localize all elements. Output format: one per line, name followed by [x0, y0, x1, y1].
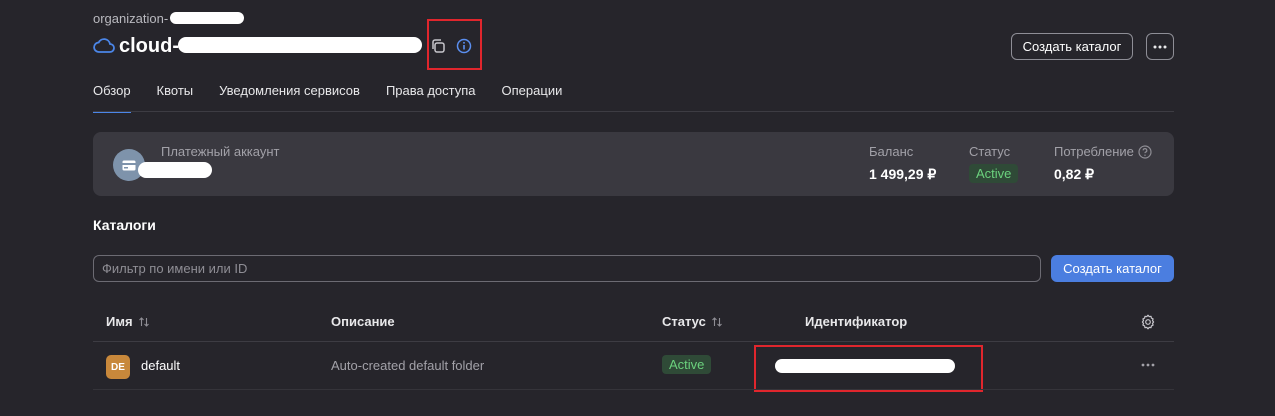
table-row-divider [93, 389, 1174, 390]
billing-status-badge: Active [969, 164, 1019, 183]
tab-access-rights[interactable]: Права доступа [386, 82, 476, 112]
billing-account-label: Платежный аккаунт [161, 144, 280, 159]
column-header-id: Идентификатор [805, 314, 907, 329]
folder-status-badge: Active [662, 355, 712, 374]
column-header-name-label: Имя [106, 314, 133, 329]
folder-name[interactable]: default [141, 358, 180, 373]
tabs-divider [93, 111, 1174, 112]
billing-status-value: Active [969, 164, 1019, 183]
create-catalog-button[interactable]: Создать каталог [1051, 255, 1174, 282]
sort-icon [711, 316, 722, 327]
catalog-filter-input[interactable] [93, 255, 1041, 282]
column-header-description-label: Описание [331, 314, 395, 329]
page-title: cloud- [119, 34, 179, 57]
create-catalog-header-label: Создать каталог [1022, 39, 1122, 54]
redacted-organization [170, 12, 244, 24]
highlight-box-folder-id [754, 345, 983, 392]
redacted-billing-account-name [138, 162, 212, 178]
cloud-icon [93, 38, 115, 53]
column-header-description: Описание [331, 314, 395, 329]
catalogs-title: Каталоги [93, 217, 156, 233]
redacted-cloud-name [178, 37, 422, 53]
folder-avatar: DE [106, 355, 130, 379]
gear-icon [1141, 314, 1155, 330]
billing-status-label: Статус [969, 144, 1011, 159]
ellipsis-icon [1153, 45, 1167, 48]
balance-value: 1 499,29 ₽ [869, 166, 937, 182]
folder-description: Auto-created default folder [331, 358, 485, 373]
row-actions-button[interactable] [1139, 358, 1157, 372]
highlight-box-title-actions [427, 19, 482, 70]
tab-overview[interactable]: Обзор [93, 82, 131, 113]
column-header-status[interactable]: Статус [662, 314, 723, 329]
column-header-status-label: Статус [662, 314, 706, 329]
balance-label: Баланс [869, 144, 914, 159]
consumption-label-text: Потребление [1054, 144, 1134, 159]
create-catalog-header-button[interactable]: Создать каталог [1011, 33, 1133, 60]
tab-operations[interactable]: Операции [502, 82, 563, 112]
table-header-divider [93, 341, 1174, 342]
tab-quotas[interactable]: Квоты [157, 82, 194, 112]
more-actions-button[interactable] [1146, 33, 1174, 60]
sort-icon [138, 316, 149, 327]
credit-card-icon [122, 160, 136, 170]
consumption-value: 0,82 ₽ [1054, 166, 1095, 182]
organization-name: organization- [93, 11, 169, 26]
create-catalog-button-label: Создать каталог [1063, 261, 1162, 276]
table-settings-button[interactable] [1140, 314, 1156, 330]
tab-bar: Обзор Квоты Уведомления сервисов Права д… [93, 82, 588, 113]
consumption-label: Потребление [1054, 144, 1152, 159]
tab-service-notifications[interactable]: Уведомления сервисов [219, 82, 360, 112]
column-header-id-label: Идентификатор [805, 314, 908, 329]
column-header-name[interactable]: Имя [106, 314, 150, 329]
help-icon[interactable] [1138, 144, 1152, 159]
cloud-title-row: cloud- [93, 34, 179, 58]
ellipsis-icon [1141, 363, 1155, 367]
folder-status-value: Active [662, 355, 712, 374]
